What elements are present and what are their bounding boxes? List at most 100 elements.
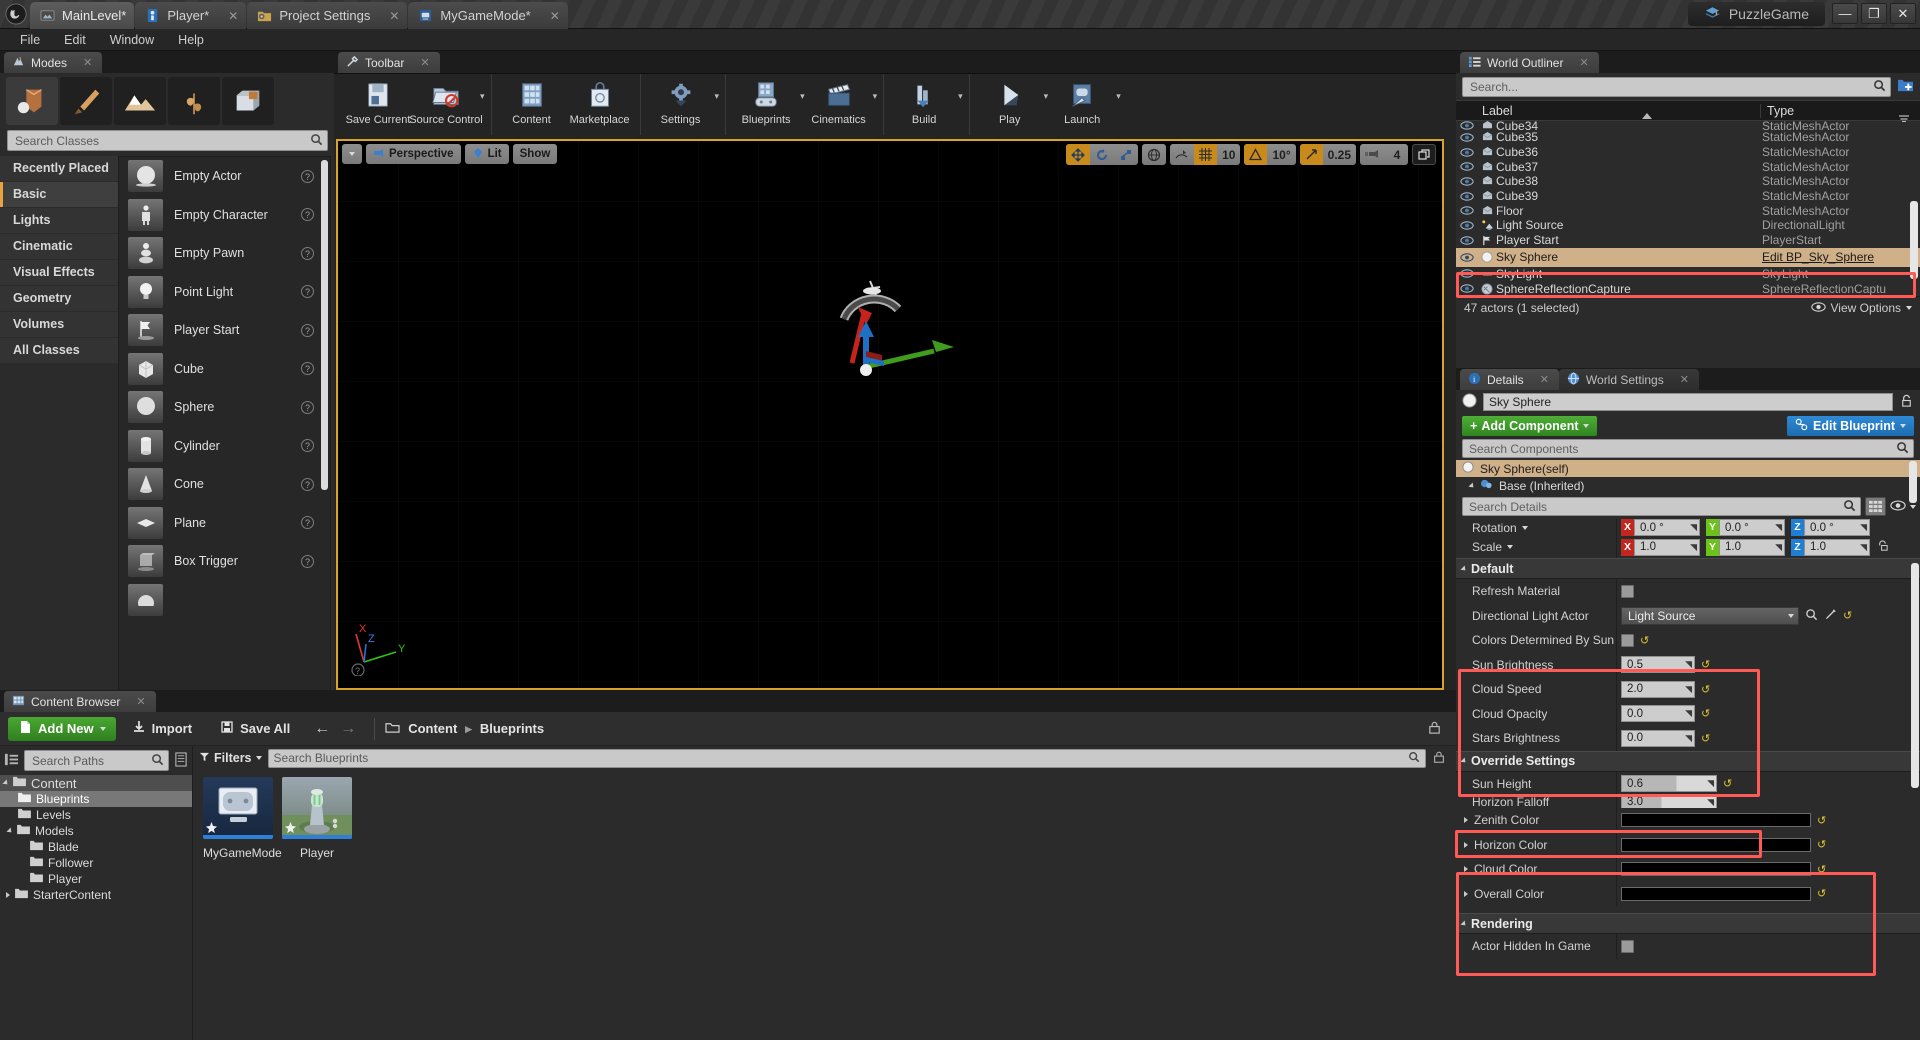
window-tab-project-settings[interactable]: Project Settings ✕ (247, 2, 408, 29)
asset-tile-mygamemode[interactable]: MyGameMode (203, 777, 282, 860)
help-icon[interactable]: ? (301, 439, 314, 453)
expander-icon[interactable] (6, 827, 14, 835)
expander-icon[interactable] (1468, 481, 1476, 490)
build-button[interactable]: Build (890, 74, 958, 135)
search-classes-input[interactable]: Search Classes (7, 130, 328, 151)
help-icon[interactable]: ? (301, 554, 314, 568)
rotate-gizmo-icon[interactable] (1090, 144, 1114, 165)
world-space-icon[interactable] (1142, 144, 1166, 165)
asset-item[interactable]: Cone ? (119, 465, 330, 504)
revert-icon[interactable]: ↺ (1701, 658, 1710, 671)
revert-icon[interactable]: ↺ (1640, 634, 1649, 647)
category-basic[interactable]: Basic (0, 182, 118, 207)
revert-icon[interactable]: ↺ (1817, 863, 1826, 876)
viewport-perspective-button[interactable]: Perspective (366, 144, 461, 164)
mode-button-paint[interactable] (60, 77, 112, 125)
visibility-eye-icon[interactable] (1456, 235, 1478, 245)
breadcrumb-content[interactable]: Content (408, 721, 457, 736)
save-all-button[interactable]: Save All (208, 720, 302, 737)
table-row[interactable]: Cube37 StaticMeshActor (1456, 159, 1920, 174)
actor-hidden-in-game-checkbox[interactable] (1621, 939, 1634, 953)
horizon-color-swatch[interactable] (1621, 837, 1811, 852)
table-row[interactable]: Cube35 StaticMeshActor (1456, 130, 1920, 145)
help-icon[interactable]: ? (301, 362, 314, 376)
tree-item-blueprints[interactable]: Blueprints (0, 791, 192, 807)
content-browser-lock-icon[interactable] (1427, 720, 1456, 738)
scale-snap-icon[interactable] (1299, 144, 1323, 165)
camera-speed-value[interactable]: 4 (1386, 144, 1408, 165)
revert-icon[interactable]: ↺ (1723, 777, 1732, 790)
save-current-button[interactable]: Save Current (344, 74, 412, 135)
expander-icon[interactable] (1464, 841, 1468, 848)
category-visual-effects[interactable]: Visual Effects (0, 260, 118, 285)
mode-button-place[interactable] (6, 77, 58, 125)
import-button[interactable]: Import (120, 720, 204, 737)
close-icon[interactable]: ✕ (1680, 373, 1689, 386)
add-component-button[interactable]: + Add Component (1462, 416, 1597, 436)
table-row[interactable]: Cube36 StaticMeshActor (1456, 145, 1920, 160)
chevron-down-icon[interactable] (1507, 545, 1514, 549)
revert-icon[interactable]: ↺ (1701, 683, 1710, 696)
visibility-eye-icon[interactable] (1456, 269, 1478, 279)
category-all-classes[interactable]: All Classes (0, 338, 118, 363)
visibility-eye-icon[interactable] (1456, 252, 1478, 262)
chevron-down-icon[interactable] (1910, 504, 1916, 509)
help-icon[interactable]: ? (301, 208, 314, 222)
tab-content-browser[interactable]: Content Browser ✕ (4, 691, 156, 712)
asset-item[interactable]: Empty Pawn ? (119, 234, 330, 273)
visibility-eye-icon[interactable] (1456, 221, 1478, 230)
asset-item[interactable]: Cylinder ? (119, 427, 330, 466)
help-icon[interactable]: ? (301, 477, 314, 491)
tree-item-startercontent[interactable]: StarterContent (0, 887, 192, 903)
stars-brightness-field[interactable]: 0.0 ◥ (1621, 729, 1695, 747)
tab-world-settings[interactable]: World Settings ✕ (1558, 369, 1699, 390)
play-button[interactable]: Play (976, 74, 1044, 135)
asset-item[interactable]: Empty Actor ? (119, 157, 330, 196)
outliner-view-options[interactable]: View Options (1810, 301, 1912, 315)
scale-z-field[interactable]: Z 1.0 ◥ (1791, 538, 1870, 556)
close-button[interactable]: ✕ (1890, 3, 1916, 24)
revert-icon[interactable]: ↺ (1701, 732, 1710, 745)
eye-icon[interactable] (1890, 499, 1906, 514)
forward-arrow-icon[interactable]: → (340, 720, 356, 737)
close-icon[interactable]: ✕ (550, 9, 560, 23)
expander-icon[interactable] (1464, 866, 1468, 873)
expander-icon[interactable] (6, 892, 10, 898)
angle-snap-icon[interactable] (1244, 144, 1268, 165)
section-header-default[interactable]: Default (1456, 558, 1920, 579)
mode-button-geometry[interactable] (222, 77, 274, 125)
level-viewport[interactable]: Perspective Lit Show 10 10° 0.25 4 X Y Z… (336, 139, 1444, 690)
refresh-material-checkbox[interactable] (1621, 584, 1634, 598)
rotation-y-field[interactable]: Y 0.0 ° ◥ (1706, 519, 1785, 536)
edit-blueprint-button[interactable]: Edit Blueprint (1787, 416, 1914, 436)
category-recently-placed[interactable]: Recently Placed (0, 156, 118, 181)
add-new-button[interactable]: Add New (8, 716, 116, 741)
actor-edit-blueprint-link[interactable]: Edit BP_Sky_Sphere (1760, 250, 1920, 264)
help-icon[interactable]: ? (301, 400, 314, 414)
path-view-options-icon[interactable] (174, 751, 188, 770)
translate-gizmo-icon[interactable] (1066, 144, 1091, 165)
chevron-down-icon[interactable]: ▾ (715, 74, 720, 135)
viewport-lit-button[interactable]: Lit (464, 144, 509, 164)
search-components-input[interactable]: Search Components (1462, 439, 1914, 458)
chevron-down-icon[interactable] (1521, 525, 1528, 530)
category-cinematic[interactable]: Cinematic (0, 234, 118, 259)
tree-item-blade[interactable]: Blade (0, 839, 192, 855)
search-blueprints-input[interactable]: Search Blueprints (267, 748, 1426, 768)
filters-button[interactable]: Filters (199, 751, 262, 765)
cinematics-button[interactable]: Cinematics (805, 74, 873, 135)
revert-icon[interactable]: ↺ (1817, 814, 1826, 827)
breadcrumb-blueprints[interactable]: Blueprints (480, 721, 544, 736)
grid-snap-value[interactable]: 10 (1217, 144, 1240, 165)
placeable-asset-list[interactable]: Empty Actor ? Empty Character ? Empty Pa… (118, 156, 331, 693)
asset-item-partial[interactable] (119, 581, 330, 620)
tab-toolbar[interactable]: Toolbar ✕ (338, 52, 440, 73)
table-row[interactable]: Cube38 StaticMeshActor (1456, 174, 1920, 189)
outliner-scrollbar[interactable] (1910, 201, 1918, 279)
close-icon[interactable]: ✕ (83, 56, 92, 69)
launch-button[interactable]: Launch (1048, 74, 1116, 135)
visibility-eye-icon[interactable] (1456, 147, 1478, 157)
menu-file[interactable]: File (8, 29, 52, 51)
restore-button[interactable]: ❐ (1861, 3, 1887, 24)
display-mode-icon[interactable] (1865, 497, 1886, 516)
